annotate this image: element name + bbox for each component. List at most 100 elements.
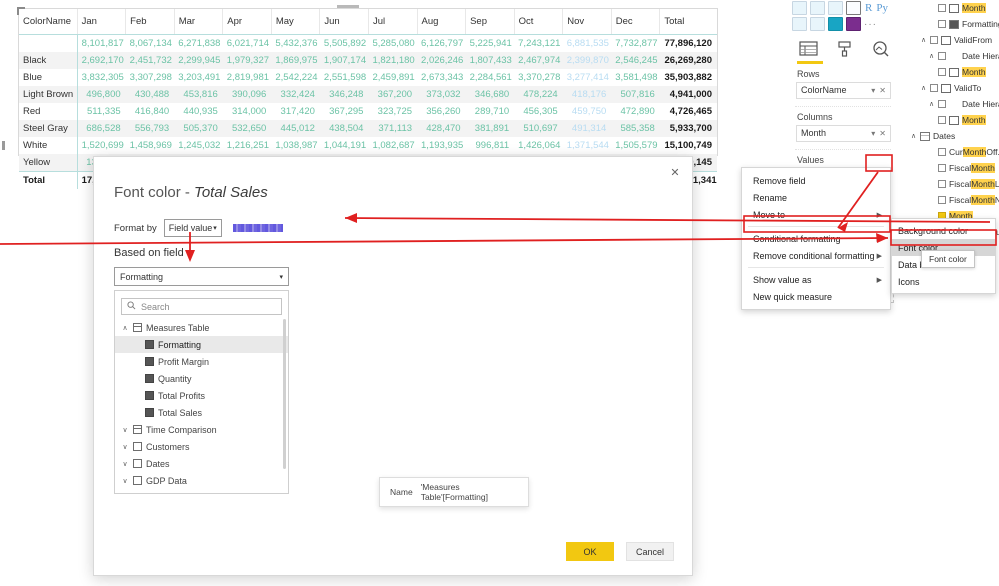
ok-button[interactable]: OK — [566, 542, 614, 561]
chevron-down-icon[interactable]: ∨ — [121, 460, 129, 468]
matrix-cell[interactable]: 2,299,945 — [174, 52, 223, 69]
close-icon[interactable]: ✕ — [668, 166, 682, 180]
dialog-field-item[interactable]: Profit Margin — [115, 353, 288, 370]
matrix-cell[interactable]: 2,819,981 — [223, 69, 272, 86]
fields-pane-item[interactable]: Month — [900, 112, 999, 128]
matrix-col-header-aug[interactable]: Aug — [417, 9, 467, 35]
matrix-cell[interactable]: 2,551,598 — [320, 69, 369, 86]
fields-pane-item[interactable]: ∧ ValidFrom — [900, 32, 999, 48]
menu-item-show-value-as[interactable]: Show value as ▶ — [742, 271, 890, 288]
matrix-col-header-apr[interactable]: Apr — [222, 9, 272, 35]
matrix-row-label[interactable]: Steel Gray — [19, 120, 78, 137]
fields-pane-item[interactable]: ∧ Date Hierarc... — [900, 96, 999, 112]
format-tab-icon[interactable] — [835, 40, 855, 58]
matrix-cell[interactable]: 2,546,245 — [611, 52, 660, 69]
fields-pane-item[interactable]: CurMonthOff... — [900, 144, 999, 160]
field-checkbox[interactable] — [938, 164, 946, 172]
matrix-col-header-nov[interactable]: Nov — [562, 9, 612, 35]
matrix-row-label[interactable]: Yellow — [19, 154, 78, 172]
matrix-cell[interactable]: 532,650 — [222, 120, 272, 137]
matrix-cell[interactable]: 3,370,278 — [514, 69, 563, 86]
matrix-cell[interactable]: 2,542,224 — [271, 69, 320, 86]
matrix-row-label[interactable]: Red — [19, 103, 78, 120]
grid-icon[interactable] — [828, 1, 843, 15]
matrix-visual[interactable]: ColorName Jan Feb Mar Apr May Jun Jul Aug Sep Oct N… — [17, 5, 718, 189]
visual-corner-handle[interactable] — [17, 7, 25, 15]
submenu-item-background-color[interactable]: Background color — [892, 222, 995, 239]
matrix-cell[interactable]: 373,032 — [417, 86, 466, 103]
menu-item-move-to[interactable]: Move to ▶ — [742, 206, 890, 223]
matrix-cell[interactable]: 314,000 — [223, 103, 272, 120]
matrix-col-header-feb[interactable]: Feb — [125, 9, 175, 35]
matrix-cell[interactable]: 505,370 — [174, 120, 223, 137]
r-script-icon[interactable]: R — [865, 2, 872, 14]
matrix-cell[interactable]: 1,044,191 — [320, 137, 369, 154]
fields-pane-item[interactable]: FiscalMonthN... — [900, 192, 999, 208]
fields-pane-item[interactable]: ∧ Date Hierarc... — [900, 48, 999, 64]
matrix-cell[interactable]: 2,459,891 — [368, 69, 417, 86]
menu-item-rename[interactable]: Rename — [742, 189, 890, 206]
fields-pane-item[interactable]: ∧ ValidTo — [900, 80, 999, 96]
chevron-up-icon[interactable]: ∧ — [920, 36, 927, 44]
matrix-cell[interactable]: 472,890 — [611, 103, 660, 120]
matrix-cell[interactable]: 1,371,544 — [563, 137, 612, 154]
chevron-down-icon[interactable]: ▾ — [871, 86, 875, 95]
matrix-cell[interactable]: 1,869,975 — [271, 52, 320, 69]
matrix-cell[interactable]: 390,096 — [222, 86, 272, 103]
matrix-cell[interactable]: 1,505,579 — [611, 137, 660, 154]
close-icon[interactable]: ✕ — [879, 129, 886, 138]
fields-pane-item[interactable]: Month — [900, 64, 999, 80]
matrix-col-header-jun[interactable]: Jun — [319, 9, 369, 35]
matrix-cell[interactable]: 507,816 — [611, 86, 660, 103]
matrix-cell[interactable]: 453,816 — [174, 86, 223, 103]
matrix-cell[interactable]: 3,203,491 — [174, 69, 223, 86]
table-row[interactable]: 8,101,817 8,067,134 6,271,838 6,021,714 5,43… — [19, 34, 717, 53]
field-checkbox[interactable] — [938, 116, 946, 124]
field-checkbox[interactable] — [938, 20, 946, 28]
matrix-col-header-jul[interactable]: Jul — [368, 9, 418, 35]
matrix-cell[interactable]: 2,026,246 — [417, 52, 466, 69]
table-row[interactable]: Black 2,692,170 2,451,732 2,299,945 1,979,32… — [19, 52, 717, 69]
matrix-cell[interactable]: 4,941,000 — [659, 86, 717, 103]
field-checkbox[interactable] — [938, 4, 946, 12]
submenu-item-icons[interactable]: Icons — [892, 273, 995, 290]
fields-tab-icon[interactable] — [799, 40, 819, 58]
field-search-box[interactable]: Search — [121, 298, 282, 315]
matrix-cell[interactable]: 2,399,870 — [562, 52, 612, 69]
matrix-cell[interactable]: 556,793 — [125, 120, 175, 137]
matrix-cell[interactable]: 8,067,134 — [126, 35, 175, 53]
matrix-cell[interactable]: 6,271,838 — [174, 35, 223, 53]
visual-top-handle[interactable] — [337, 5, 359, 8]
matrix-row-label[interactable]: Total — [19, 171, 78, 189]
table-row[interactable]: White 1,520,699 1,458,969 1,245,032 1,216,25… — [19, 137, 717, 154]
matrix-cell[interactable]: 418,176 — [562, 86, 612, 103]
python-script-icon[interactable]: Py — [876, 2, 888, 14]
matrix-cell[interactable]: 317,420 — [271, 103, 320, 120]
matrix-cell[interactable]: 1,821,180 — [368, 52, 418, 69]
matrix-cell[interactable]: 416,840 — [126, 103, 175, 120]
table-row[interactable]: Light Brown 496,800 430,488 453,816 390,096 3… — [19, 86, 717, 103]
matrix-cell[interactable]: 1,245,032 — [174, 137, 223, 154]
matrix-cell[interactable]: 289,710 — [466, 103, 515, 120]
table-row[interactable]: Blue 3,832,305 3,307,298 3,203,491 2,819,981… — [19, 69, 717, 86]
menu-item-new-quick-measure[interactable]: New quick measure — [742, 288, 890, 305]
matrix-cell[interactable]: 346,680 — [465, 86, 515, 103]
chevron-down-icon[interactable]: ∨ — [121, 426, 129, 434]
matrix-cell[interactable]: 2,451,732 — [125, 52, 175, 69]
matrix-cell[interactable]: 2,692,170 — [77, 52, 126, 69]
field-checkbox[interactable] — [938, 100, 946, 108]
dialog-field-item[interactable]: Quantity — [115, 370, 288, 387]
matrix-cell[interactable]: 26,269,280 — [659, 52, 717, 69]
matrix-col-header-mar[interactable]: Mar — [174, 9, 224, 35]
field-checkbox[interactable] — [930, 36, 938, 44]
matrix-cell[interactable]: 367,295 — [320, 103, 369, 120]
matrix-row-label[interactable]: Black — [19, 52, 78, 69]
dialog-field-item[interactable]: ∨ Dates — [115, 455, 288, 472]
chevron-down-icon[interactable]: ∨ — [121, 443, 129, 451]
matrix-cell[interactable]: 1,082,687 — [368, 137, 417, 154]
matrix-icon[interactable] — [846, 1, 861, 15]
matrix-cell[interactable]: 35,903,882 — [660, 69, 717, 86]
field-checkbox[interactable] — [938, 196, 946, 204]
fields-pane-item[interactable]: Month — [900, 0, 999, 16]
funnel-icon[interactable] — [810, 1, 825, 15]
